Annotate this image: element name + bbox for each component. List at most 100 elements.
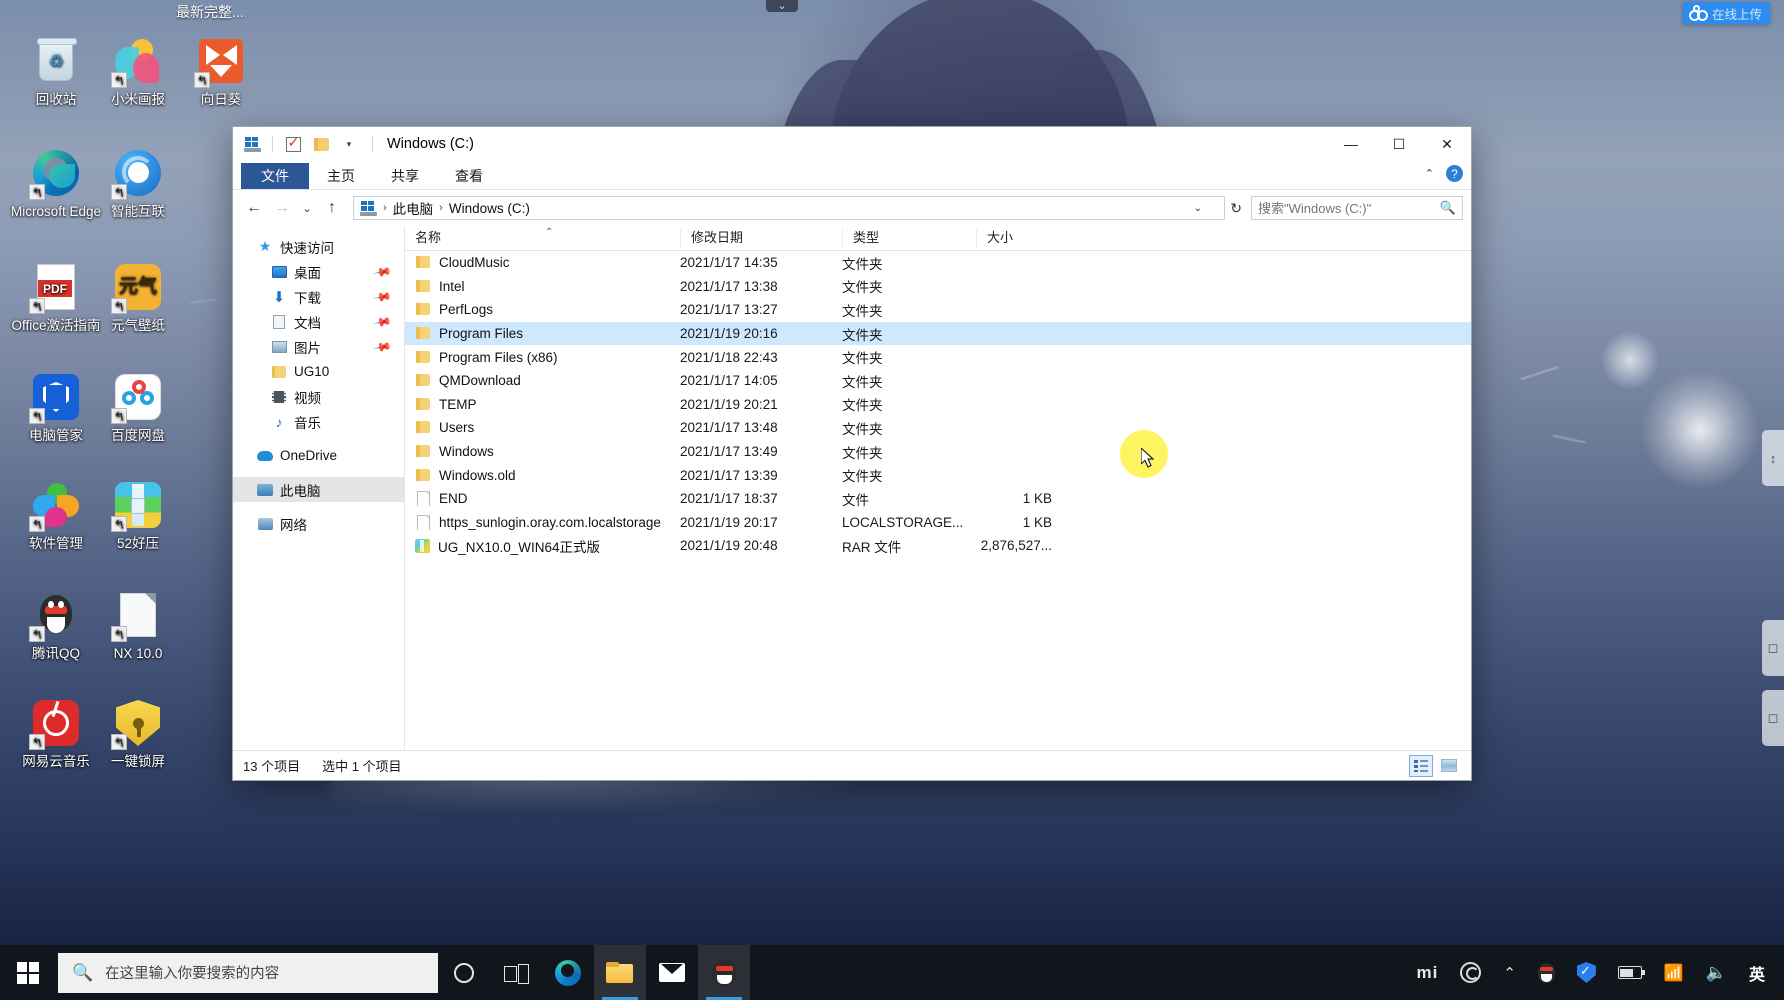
breadcrumb[interactable]: › 此电脑 › Windows (C:) ⌄ ↻ [353,196,1242,220]
desktop-icon-2[interactable]: 小米画报 [92,36,184,108]
desktop-icon-12[interactable]: 腾讯QQ [10,590,102,662]
task-view-button[interactable] [490,945,542,1000]
qq-tray-icon[interactable] [1527,945,1566,1000]
ime-tray-icon[interactable]: 英 [1738,945,1776,1000]
taskbar-search-box[interactable]: 🔍 在这里输入你要搜索的内容 [58,952,438,993]
desktop-icon-5[interactable]: 智能互联 [92,148,184,220]
table-row[interactable]: TEMP 2021/1/19 20:21 文件夹 [405,393,1471,417]
ribbon-tab-2[interactable]: 主页 [309,163,373,189]
search-input[interactable] [1258,200,1440,216]
pc-manager-tray-icon[interactable] [1566,945,1607,1000]
pin-icon[interactable]: 📌 [372,261,392,281]
battery-tray-icon[interactable] [1607,945,1653,1000]
file-icon [415,514,431,530]
sidebar-item-UG10[interactable]: UG10 [233,359,404,384]
table-row[interactable]: Intel 2021/1/17 13:38 文件夹 [405,275,1471,299]
search-box[interactable]: 🔍 [1251,196,1463,220]
back-button[interactable]: ← [241,195,267,221]
breadcrumb-item-1[interactable]: Windows (C:) [445,201,534,216]
top-chevron-button[interactable]: ⌄ [766,0,798,12]
desktop-icon-13[interactable]: NX 10.0 [92,590,184,662]
table-row[interactable]: END 2021/1/17 18:37 文件 1 KB [405,487,1471,511]
sogou-tray-icon[interactable] [1449,945,1492,1000]
sidebar-item-音乐[interactable]: ♪ 音乐 [233,409,404,434]
qq-taskbar-button[interactable] [698,945,750,1000]
table-row[interactable]: Windows 2021/1/17 13:49 文件夹 [405,440,1471,464]
column-header-size[interactable]: 大小 [976,229,1054,247]
sidebar-item-网络[interactable]: 网络 [233,511,404,536]
side-gadget-middle[interactable]: ◻ [1762,620,1784,676]
maximize-button[interactable]: ☐ [1375,127,1423,161]
new-folder-icon[interactable] [310,133,332,155]
desktop-icon-6[interactable]: PDF Office激活指南 [10,262,102,334]
sidebar-item-OneDrive[interactable]: OneDrive [233,443,404,468]
cortana-button[interactable] [438,945,490,1000]
sidebar-item-视频[interactable]: 视频 [233,384,404,409]
baidu-upload-widget[interactable]: 在线上传 [1682,2,1770,24]
minimize-button[interactable]: — [1327,127,1375,161]
pin-icon[interactable]: 📌 [372,286,392,306]
desktop-icon-1[interactable]: ♻ 回收站 [10,36,102,108]
recent-locations-button[interactable]: ⌄ [297,195,317,221]
sidebar-item-文档[interactable]: 文档 📌 [233,309,404,334]
desktop-icon-10[interactable]: 软件管理 [10,480,102,552]
forward-button[interactable]: → [269,195,295,221]
desktop-icon-4[interactable]: Microsoft Edge [10,148,102,220]
help-icon[interactable]: ? [1446,165,1463,182]
this-pc-icon[interactable] [241,133,263,155]
breadcrumb-dropdown-icon[interactable]: ⌄ [1194,203,1202,214]
mail-taskbar-button[interactable] [646,945,698,1000]
table-row[interactable]: CloudMusic 2021/1/17 14:35 文件夹 [405,251,1471,275]
column-header-name[interactable]: 名称 ⌃ [405,227,680,247]
desktop-icon-11[interactable]: 52好压 [92,480,184,552]
mi-tray-icon[interactable]: mi [1405,945,1449,1000]
table-row[interactable]: UG_NX10.0_WIN64正式版 2021/1/19 20:48 RAR 文件 2… [405,534,1471,558]
desktop-icon-8[interactable]: 电脑管家 [10,372,102,444]
up-button[interactable]: ↑ [319,195,345,221]
desktop-icon-14[interactable]: 网易云音乐 [10,698,102,770]
refresh-button[interactable]: ↻ [1230,200,1242,217]
customize-qat-icon[interactable]: ▾ [338,133,360,155]
desktop-icon-7[interactable]: 元气元气壁纸 [92,262,184,334]
baidu-upload-label: 在线上传 [1711,7,1762,22]
desktop-icon-15[interactable]: 一键锁屏 [92,698,184,770]
column-header-date[interactable]: 修改日期 [680,229,842,247]
explorer-taskbar-button[interactable] [594,945,646,1000]
desktop-icon-3[interactable]: 向日葵 [175,36,267,108]
folder-icon [415,255,431,270]
table-row[interactable]: QMDownload 2021/1/17 14:05 文件夹 [405,369,1471,393]
ribbon-tab-3[interactable]: 共享 [373,163,437,189]
table-row[interactable]: Program Files (x86) 2021/1/18 22:43 文件夹 [405,345,1471,369]
show-hidden-icons-button[interactable]: ⌃ [1492,945,1527,1000]
desktop-icon-9[interactable]: 百度网盘 [92,372,184,444]
table-row[interactable]: Program Files 2021/1/19 20:16 文件夹 [405,321,1471,346]
nav-group-header-quick-access[interactable]: ★ 快速访问 [233,234,404,259]
details-view-button[interactable] [1409,754,1433,777]
ribbon-tab-4[interactable]: 查看 [437,163,501,189]
table-row[interactable]: Users 2021/1/17 13:48 文件夹 [405,416,1471,440]
sidebar-item-下载[interactable]: ⬇ 下载 📌 [233,284,404,309]
edge-taskbar-button[interactable] [542,945,594,1000]
sidebar-item-桌面[interactable]: 桌面 📌 [233,259,404,284]
pin-icon[interactable]: 📌 [372,311,392,331]
sidebar-item-此电脑[interactable]: 此电脑 [233,477,404,502]
collapse-ribbon-icon[interactable]: ⌃ [1425,167,1434,180]
large-icons-view-button[interactable] [1437,755,1461,777]
start-button[interactable] [0,945,56,1000]
table-row[interactable]: PerfLogs 2021/1/17 13:27 文件夹 [405,298,1471,322]
table-row[interactable]: Windows.old 2021/1/17 13:39 文件夹 [405,463,1471,487]
close-button[interactable]: ✕ [1423,127,1471,161]
ribbon-tab-1[interactable]: 文件 [241,163,309,189]
table-row[interactable]: https_sunlogin.oray.com.localstorage 2021… [405,511,1471,535]
qq-icon [711,959,737,986]
search-icon[interactable]: 🔍 [1440,200,1456,216]
sidebar-item-图片[interactable]: 图片 📌 [233,334,404,359]
pin-icon[interactable]: 📌 [372,336,392,356]
breadcrumb-item-0[interactable]: 此电脑 [389,198,438,218]
volume-tray-icon[interactable]: 🔈 [1695,945,1738,1000]
side-gadget-bottom[interactable]: ◻ [1762,690,1784,746]
properties-icon[interactable] [282,133,304,155]
network-tray-icon[interactable]: 📶 [1653,945,1695,1000]
side-gadget-top[interactable]: ↕ [1762,430,1784,486]
column-header-type[interactable]: 类型 [842,229,976,247]
